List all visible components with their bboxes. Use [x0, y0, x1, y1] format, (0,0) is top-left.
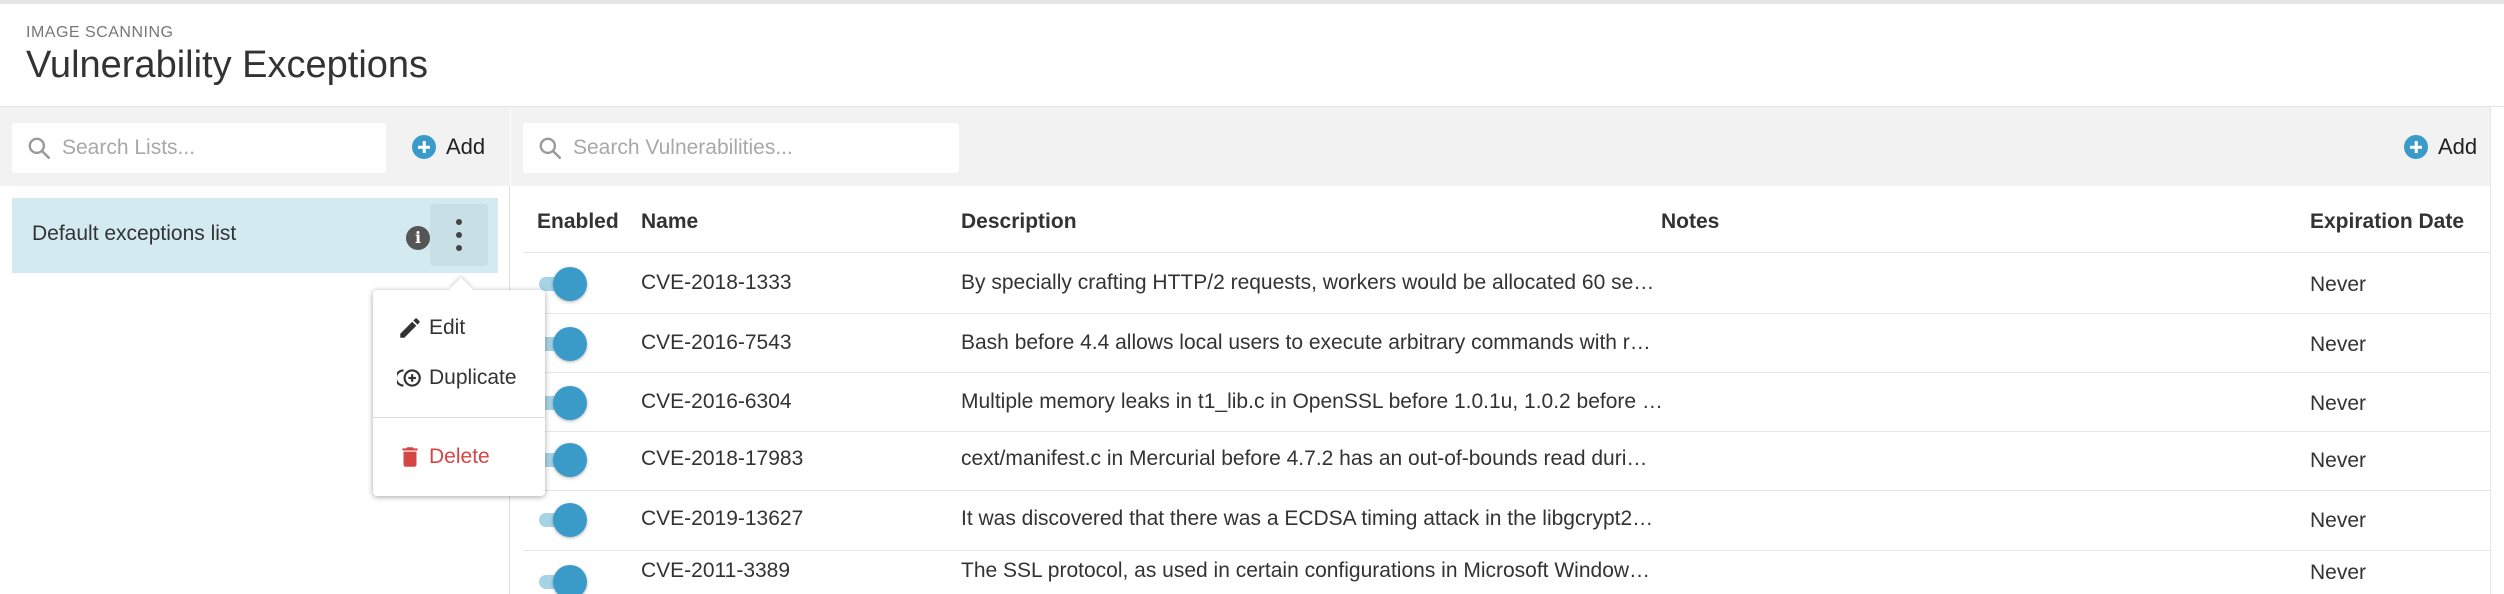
table-row[interactable]: CVE-2011-3389 The SSL protocol, as used … [523, 547, 2490, 594]
add-list-label: Add [446, 134, 486, 159]
column-header-enabled[interactable]: Enabled [537, 210, 619, 234]
cve-name: CVE-2018-1333 [641, 271, 792, 294]
plus-icon [412, 135, 436, 159]
enabled-toggle[interactable] [537, 503, 587, 537]
toggle-knob [553, 503, 587, 537]
menu-item-duplicate[interactable]: Duplicate [373, 356, 545, 400]
cve-expiration: Never [2310, 273, 2367, 296]
vulnerabilities-search-input[interactable] [573, 123, 943, 173]
cve-description: The SSL protocol, as used in certain con… [961, 559, 1651, 582]
add-vulnerability-button[interactable]: Add [2404, 134, 2477, 160]
plus-icon [2404, 135, 2428, 159]
menu-item-duplicate-label: Duplicate [429, 366, 517, 389]
menu-item-edit[interactable]: Edit [373, 306, 545, 350]
cve-expiration: Never [2310, 509, 2367, 532]
toggle-knob [553, 443, 587, 477]
lists-toolbar: Add [0, 107, 510, 186]
section-label: IMAGE SCANNING [26, 24, 174, 41]
cve-name: CVE-2016-7543 [641, 331, 792, 354]
scrollbar-gutter[interactable] [2490, 107, 2504, 594]
menu-divider [373, 417, 545, 418]
page-header: IMAGE SCANNING Vulnerability Exceptions [0, 4, 2504, 107]
lists-search-box[interactable] [12, 123, 386, 173]
menu-item-delete-label: Delete [429, 445, 490, 468]
kebab-dot [456, 232, 462, 238]
list-context-menu: Edit Duplicate Delete [373, 290, 545, 496]
column-header-name[interactable]: Name [641, 210, 698, 234]
toggle-knob [553, 327, 587, 361]
column-header-description[interactable]: Description [961, 210, 1077, 234]
kebab-dot [456, 245, 462, 251]
table-row[interactable]: CVE-2016-6304 Multiple memory leaks in t… [523, 372, 2490, 432]
info-icon[interactable]: i [406, 226, 430, 250]
enabled-toggle[interactable] [537, 565, 587, 594]
cve-expiration: Never [2310, 561, 2367, 584]
table-row[interactable]: CVE-2018-1333 By specially crafting HTTP… [523, 253, 2490, 313]
search-icon [28, 137, 51, 160]
cve-name: CVE-2019-13627 [641, 507, 804, 530]
cve-description: cext/manifest.c in Mercurial before 4.7.… [961, 447, 1648, 470]
cve-name: CVE-2016-6304 [641, 390, 792, 413]
kebab-menu-button[interactable] [430, 204, 488, 266]
cve-expiration: Never [2310, 392, 2367, 415]
search-icon [539, 137, 562, 160]
trash-icon [402, 447, 418, 467]
cve-description: Bash before 4.4 allows local users to ex… [961, 331, 1651, 354]
pencil-icon [400, 318, 420, 338]
kebab-icon [456, 219, 462, 225]
toggle-knob [553, 565, 587, 594]
cve-name: CVE-2018-17983 [641, 447, 804, 470]
vulnerabilities-search-box[interactable] [523, 123, 959, 173]
column-header-expiration-date[interactable]: Expiration Date [2310, 210, 2464, 234]
column-header-notes[interactable]: Notes [1661, 210, 1719, 234]
vulnerabilities-toolbar: Add [511, 107, 2504, 186]
menu-item-edit-label: Edit [429, 316, 466, 339]
add-vulnerability-label: Add [2438, 134, 2478, 159]
cve-description: Multiple memory leaks in t1_lib.c in Ope… [961, 390, 1663, 413]
cve-description: It was discovered that there was a ECDSA… [961, 507, 1654, 530]
lists-search-input[interactable] [62, 123, 322, 173]
table-row[interactable]: CVE-2016-7543 Bash before 4.4 allows loc… [523, 313, 2490, 373]
cve-description: By specially crafting HTTP/2 requests, w… [961, 271, 1655, 294]
table-row[interactable]: CVE-2019-13627 It was discovered that th… [523, 489, 2490, 549]
table-row[interactable]: CVE-2018-17983 cext/manifest.c in Mercur… [523, 429, 2490, 489]
toggle-knob [553, 386, 587, 420]
cve-name: CVE-2011-3389 [641, 559, 791, 582]
list-item-default-exceptions[interactable]: Default exceptions list i [12, 198, 498, 273]
add-list-button[interactable]: Add [412, 134, 485, 160]
cve-expiration: Never [2310, 333, 2367, 356]
toggle-knob [553, 267, 587, 301]
list-item-name: Default exceptions list [32, 222, 237, 245]
cve-expiration: Never [2310, 449, 2367, 472]
duplicate-icon [397, 369, 421, 387]
menu-item-delete[interactable]: Delete [373, 435, 545, 479]
page-title: Vulnerability Exceptions [26, 44, 429, 86]
